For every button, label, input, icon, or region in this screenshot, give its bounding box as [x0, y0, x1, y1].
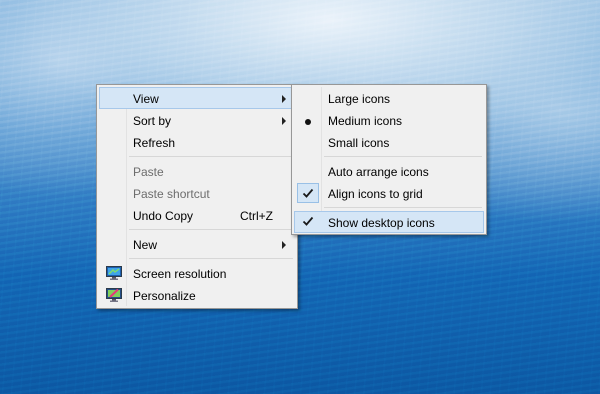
submenu-item-large-icons[interactable]: Large icons — [294, 87, 484, 109]
menu-item-new[interactable]: New — [99, 233, 295, 255]
menu-separator — [129, 258, 293, 259]
menu-separator — [324, 207, 482, 208]
screen-resolution-icon — [106, 266, 122, 280]
menu-item-label: Align icons to grid — [328, 187, 423, 201]
menu-item-view[interactable]: View — [99, 87, 295, 109]
submenu-item-small-icons[interactable]: Small icons — [294, 131, 484, 153]
submenu-arrow-icon — [282, 241, 286, 249]
menu-item-label: Undo Copy — [133, 209, 194, 223]
submenu-arrow-icon — [282, 95, 286, 103]
menu-item-label: Small icons — [328, 136, 390, 150]
menu-item-refresh[interactable]: Refresh — [99, 131, 295, 153]
menu-item-label: Personalize — [133, 289, 196, 303]
view-submenu: Large icons Medium icons Small icons Aut… — [291, 84, 487, 235]
menu-item-label: Show desktop icons — [328, 216, 435, 230]
menu-item-undo-copy[interactable]: Undo Copy Ctrl+Z — [99, 204, 295, 226]
submenu-arrow-icon — [282, 117, 286, 125]
menu-item-sort-by[interactable]: Sort by — [99, 109, 295, 131]
menu-item-label: Medium icons — [328, 114, 403, 128]
menu-item-label: Refresh — [133, 136, 176, 150]
checkmark-icon — [297, 212, 319, 232]
menu-item-personalize[interactable]: Personalize — [99, 284, 295, 306]
menu-item-paste-shortcut: Paste shortcut — [99, 182, 295, 204]
checkmark-icon — [297, 183, 319, 203]
menu-separator — [129, 229, 293, 230]
menu-item-paste: Paste — [99, 160, 295, 182]
menu-item-label: Paste — [133, 165, 164, 179]
menu-item-screen-resolution[interactable]: Screen resolution — [99, 262, 295, 284]
submenu-item-show-desktop-icons[interactable]: Show desktop icons — [294, 211, 484, 233]
menu-separator — [324, 156, 482, 157]
menu-item-shortcut: Ctrl+Z — [240, 209, 273, 223]
personalize-icon — [106, 288, 122, 302]
menu-item-label: View — [133, 92, 159, 106]
submenu-item-auto-arrange-icons[interactable]: Auto arrange icons — [294, 160, 484, 182]
desktop-context-menu: View Sort by Refresh Paste Paste shortcu… — [96, 84, 298, 309]
menu-item-label: Large icons — [328, 92, 391, 106]
submenu-item-align-icons-to-grid[interactable]: Align icons to grid — [294, 182, 484, 204]
menu-item-label: Paste shortcut — [133, 187, 210, 201]
menu-item-label: New — [133, 238, 158, 252]
menu-separator — [129, 156, 293, 157]
menu-item-label: Sort by — [133, 114, 172, 128]
menu-item-label: Auto arrange icons — [328, 165, 429, 179]
menu-item-label: Screen resolution — [133, 267, 227, 281]
submenu-item-medium-icons[interactable]: Medium icons — [294, 109, 484, 131]
radio-bullet-icon — [297, 110, 319, 130]
